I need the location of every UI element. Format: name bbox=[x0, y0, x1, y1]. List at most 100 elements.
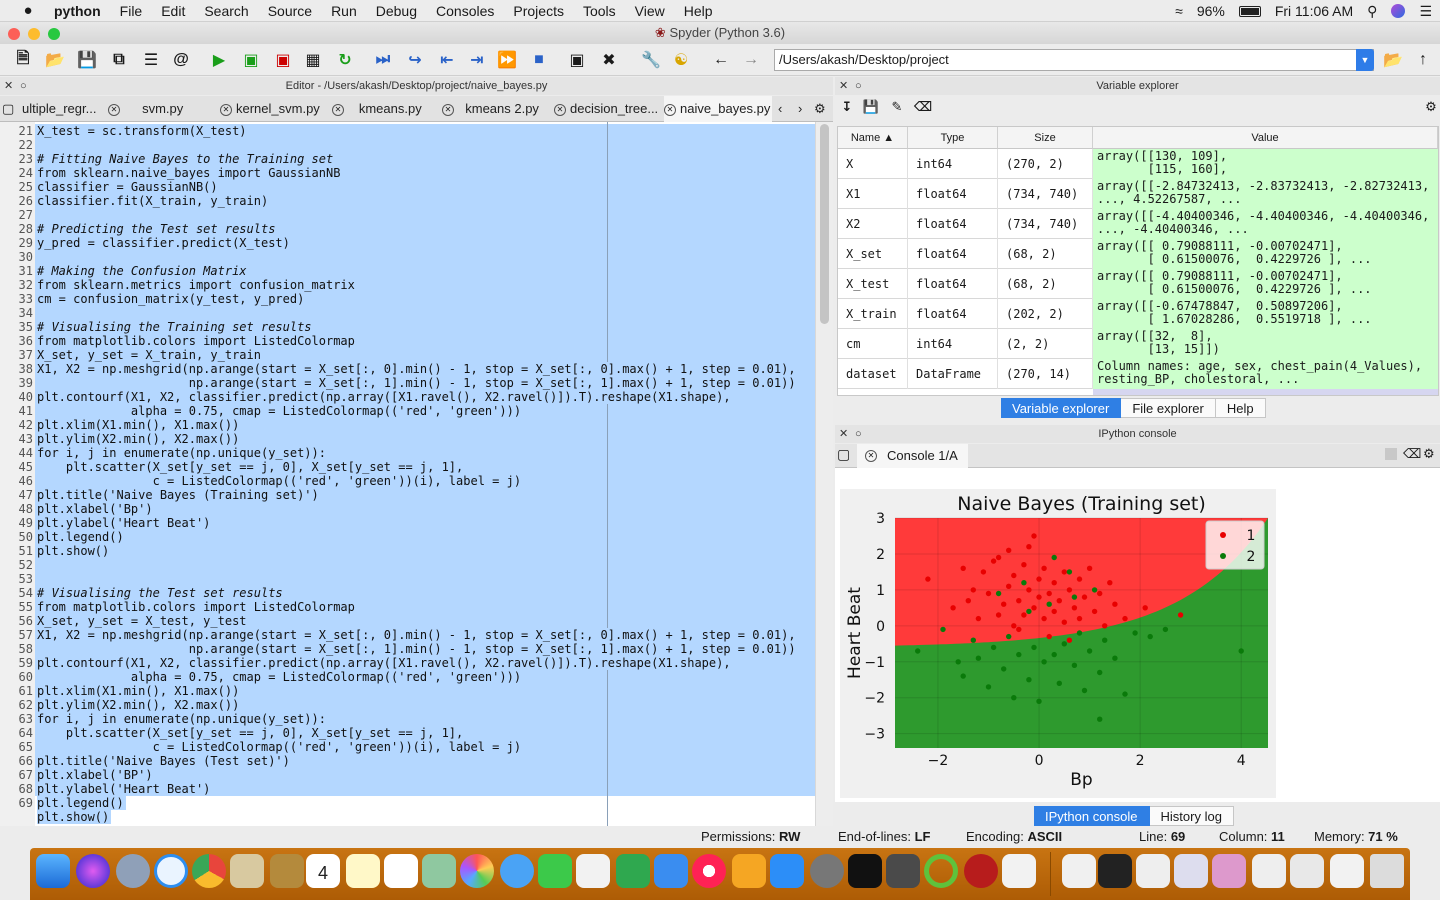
anaconda-navigator-icon[interactable] bbox=[924, 854, 958, 888]
run-cell-icon[interactable]: ▣ bbox=[240, 49, 262, 71]
apple-icon[interactable]: ● bbox=[18, 2, 38, 19]
menu-view[interactable]: View bbox=[635, 3, 665, 19]
variable-row[interactable]: X2 float64 (734, 740) array([[-4.40400346, … bbox=[838, 209, 1438, 239]
new-file-icon[interactable]: 🗎 bbox=[12, 49, 34, 71]
menu-file[interactable]: File bbox=[120, 3, 143, 19]
menu-help[interactable]: Help bbox=[684, 3, 713, 19]
siri-icon[interactable] bbox=[1391, 4, 1406, 18]
ibooks-icon[interactable] bbox=[732, 854, 766, 888]
screenshot-thumbnail[interactable] bbox=[1330, 854, 1364, 888]
column-header-type[interactable]: Type bbox=[908, 127, 998, 149]
calendar-icon[interactable]: 4 bbox=[306, 854, 340, 888]
scroll-tabs-right-icon[interactable]: › bbox=[798, 96, 810, 122]
close-window-button[interactable] bbox=[8, 28, 20, 40]
close-pane-icon[interactable]: ✕ bbox=[839, 425, 848, 443]
close-pane-icon[interactable]: ✕ bbox=[839, 77, 848, 95]
variable-row[interactable]: Xint64 (270, 2) array([[130, 109], [115, 1… bbox=[838, 149, 1438, 179]
close-pane-icon[interactable]: ✕ bbox=[4, 77, 13, 95]
editor-options-gear-icon[interactable]: ⚙ bbox=[814, 96, 830, 122]
remove-all-variables-icon[interactable]: ⌫ bbox=[912, 96, 934, 118]
trash-icon[interactable] bbox=[1370, 854, 1404, 888]
tab-history-log[interactable]: History log bbox=[1149, 806, 1234, 826]
battery-icon[interactable] bbox=[1238, 5, 1261, 17]
close-console-icon[interactable]: ✕ bbox=[865, 450, 877, 462]
variable-row[interactable]: X_train float64 (202, 2) array([[-0.6747884… bbox=[838, 299, 1438, 329]
tab-ipython-console[interactable]: IPython console bbox=[1034, 806, 1150, 826]
system-preferences-icon[interactable] bbox=[810, 854, 844, 888]
fullscreen-icon[interactable]: ✖ bbox=[598, 49, 620, 71]
screenshot-thumbnail[interactable] bbox=[1174, 854, 1208, 888]
tab-file-explorer[interactable]: File explorer bbox=[1121, 398, 1216, 418]
notes-icon[interactable] bbox=[346, 854, 380, 888]
python-path-icon[interactable]: ☯ bbox=[670, 49, 692, 71]
tab-kmeans[interactable]: ✕ kmeans.py bbox=[332, 96, 440, 122]
step-return-icon[interactable]: ⇥ bbox=[466, 49, 488, 71]
chrome-icon[interactable] bbox=[192, 854, 226, 888]
tab-kernel-svm[interactable]: ✕ kernel_svm.py bbox=[220, 96, 330, 122]
rerun-icon[interactable]: ↻ bbox=[334, 49, 356, 71]
variable-row[interactable]: X_test float64 (68, 2) array([[ 0.79088111,… bbox=[838, 269, 1438, 299]
tab-kmeans-2[interactable]: ✕ kmeans 2.py bbox=[442, 96, 552, 122]
browse-folder-icon[interactable]: 📂 bbox=[1382, 49, 1404, 71]
facetime-icon[interactable] bbox=[538, 854, 572, 888]
browse-tabs-icon[interactable]: ▢ bbox=[2, 96, 20, 122]
open-file-icon[interactable]: 📂 bbox=[44, 49, 66, 71]
outline-icon[interactable]: ☰ bbox=[140, 49, 162, 71]
maps-icon[interactable] bbox=[422, 854, 456, 888]
reminders-icon[interactable] bbox=[384, 854, 418, 888]
tab-naive-bayes[interactable]: ✕ naive_bayes.py bbox=[664, 96, 772, 122]
finder-icon[interactable] bbox=[36, 854, 70, 888]
screenshot-thumbnail[interactable] bbox=[1098, 854, 1132, 888]
minimize-window-button[interactable] bbox=[28, 28, 40, 40]
keynote-icon[interactable] bbox=[654, 854, 688, 888]
wrench-icon[interactable]: 🔧 bbox=[640, 49, 662, 71]
photos-icon[interactable] bbox=[460, 854, 494, 888]
browse-consoles-icon[interactable]: ▢ bbox=[837, 446, 850, 463]
pages-icon[interactable] bbox=[576, 854, 610, 888]
interrupt-kernel-icon[interactable] bbox=[1385, 448, 1397, 460]
screenshot-thumbnail[interactable] bbox=[1252, 854, 1286, 888]
maximize-pane-icon[interactable]: ▣ bbox=[566, 49, 588, 71]
menu-run[interactable]: Run bbox=[331, 3, 357, 19]
undock-pane-icon[interactable]: ○ bbox=[855, 77, 862, 95]
column-header-name[interactable]: Name ▲ bbox=[838, 127, 908, 149]
variable-row[interactable]: X_set float64 (68, 2) array([[ 0.79088111, … bbox=[838, 239, 1438, 269]
screenshot-thumbnail[interactable] bbox=[1136, 854, 1170, 888]
menu-debug[interactable]: Debug bbox=[376, 3, 417, 19]
menu-source[interactable]: Source bbox=[268, 3, 312, 19]
menu-consoles[interactable]: Consoles bbox=[436, 3, 494, 19]
save-data-as-icon[interactable]: ✎ bbox=[886, 96, 908, 118]
sublime-text-icon[interactable] bbox=[886, 854, 920, 888]
numbers-icon[interactable] bbox=[616, 854, 650, 888]
menu-edit[interactable]: Edit bbox=[161, 3, 185, 19]
tab-console-1a[interactable]: ✕ Console 1/A bbox=[857, 444, 968, 468]
textedit-icon[interactable] bbox=[1002, 854, 1036, 888]
variable-row[interactable]: X1 float64 (734, 740) array([[-2.84732413, … bbox=[838, 179, 1438, 209]
tab-variable-explorer[interactable]: Variable explorer bbox=[1001, 398, 1122, 418]
scroll-tabs-left-icon[interactable]: ‹ bbox=[778, 96, 790, 122]
parent-directory-icon[interactable]: ↑ bbox=[1412, 49, 1434, 71]
continue-icon[interactable]: ⏩ bbox=[496, 49, 518, 71]
save-icon[interactable]: 💾 bbox=[76, 49, 98, 71]
run-cell-advance-icon[interactable]: ▣ bbox=[272, 49, 294, 71]
app-store-icon[interactable] bbox=[770, 854, 804, 888]
code-editor[interactable]: 21 22 23 24 25 26 27 28 29 30 31 32 33 34 35 36 37 38 39 40… bbox=[0, 122, 815, 826]
forward-arrow-icon[interactable]: → bbox=[740, 49, 762, 71]
step-icon[interactable]: ↪ bbox=[404, 49, 426, 71]
save-data-icon[interactable]: 💾 bbox=[860, 96, 882, 118]
spyder-icon[interactable] bbox=[964, 854, 998, 888]
screenshot-thumbnail[interactable] bbox=[1212, 854, 1246, 888]
tab-multiple-regression[interactable]: ultiple_regr... bbox=[22, 96, 106, 122]
safari-icon[interactable] bbox=[154, 854, 188, 888]
clear-console-icon[interactable]: ⌫ bbox=[1403, 446, 1421, 462]
variable-explorer-options-gear-icon[interactable]: ⚙ bbox=[1420, 96, 1440, 118]
undock-pane-icon[interactable]: ○ bbox=[20, 77, 27, 95]
notefile-icon[interactable] bbox=[270, 854, 304, 888]
menu-app-name[interactable]: python bbox=[54, 3, 101, 19]
menu-search[interactable]: Search bbox=[204, 3, 248, 19]
run-icon[interactable]: ▶ bbox=[208, 49, 230, 71]
console-options-gear-icon[interactable]: ⚙ bbox=[1423, 446, 1435, 462]
maximize-window-button[interactable] bbox=[48, 28, 60, 40]
at-icon[interactable]: @ bbox=[170, 49, 192, 71]
spotlight-icon[interactable]: ⚲ bbox=[1367, 3, 1377, 20]
